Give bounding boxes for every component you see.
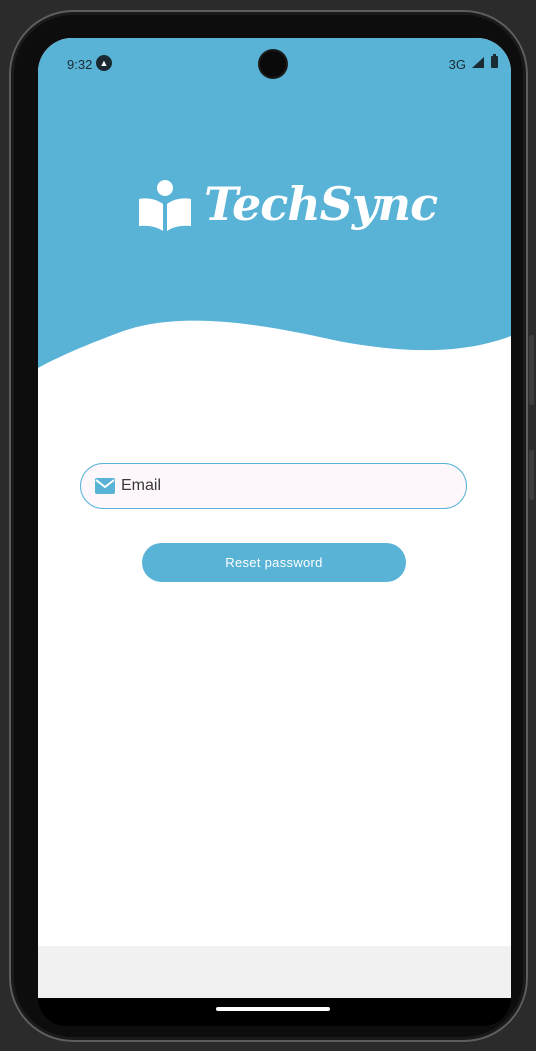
app-name: TechSync [204,177,438,231]
power-button [529,450,534,500]
email-input[interactable] [121,464,451,508]
status-time: 9:32 [67,57,93,72]
email-field[interactable] [80,463,467,509]
status-bar: 9:32 ▲ 3G [38,38,511,88]
signal-icon [472,57,484,68]
volume-button [529,335,534,405]
home-indicator[interactable] [216,1007,330,1011]
bottom-area [38,946,511,998]
app-logo: TechSync [136,175,438,245]
alert-icon: ▲ [96,55,112,71]
device-screen: 9:32 ▲ 3G TechSync Reset password [38,38,511,998]
reset-password-button[interactable]: Reset password [142,543,406,582]
navigation-bar [38,998,511,1026]
mail-icon [95,478,115,494]
front-camera [260,51,286,77]
network-type: 3G [448,57,466,72]
reader-book-icon [139,180,191,231]
battery-icon [491,54,498,68]
